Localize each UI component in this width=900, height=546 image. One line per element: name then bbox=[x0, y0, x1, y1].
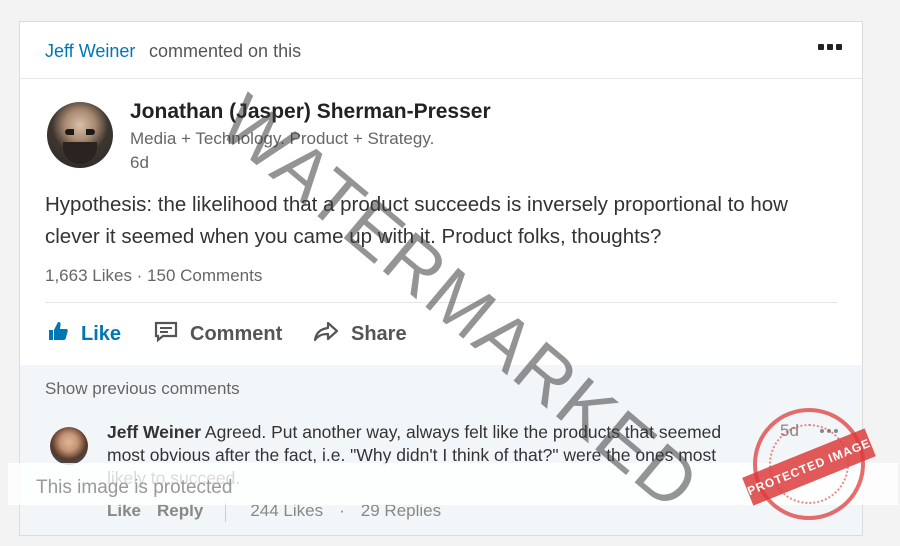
activity-header: Jeff Weiner commented on this bbox=[20, 22, 862, 79]
protected-image-seal: PROTECTED IMAGE bbox=[742, 408, 876, 520]
activity-verb: commented on this bbox=[149, 41, 302, 61]
like-button[interactable]: Like bbox=[47, 320, 121, 348]
post-timestamp: 6d bbox=[130, 153, 149, 172]
author-avatar[interactable] bbox=[47, 102, 113, 168]
show-previous-comments-link[interactable]: Show previous comments bbox=[45, 379, 240, 399]
thumbs-up-icon bbox=[47, 320, 69, 348]
post-stats[interactable]: 1,663 Likes · 150 Comments bbox=[45, 266, 262, 286]
comment-author[interactable]: Jeff Weiner bbox=[107, 422, 201, 442]
comment-icon bbox=[154, 320, 178, 348]
share-button[interactable]: Share bbox=[313, 320, 407, 348]
like-label: Like bbox=[81, 322, 122, 345]
comment-label: Comment bbox=[190, 322, 283, 345]
protection-notice: This image is protected bbox=[36, 477, 233, 498]
share-label: Share bbox=[351, 322, 407, 345]
author-name[interactable]: Jonathan (Jasper) Sherman-Presser bbox=[130, 100, 491, 124]
comment-button[interactable]: Comment bbox=[154, 320, 282, 348]
commenter-avatar[interactable] bbox=[50, 427, 88, 465]
actor-name-link[interactable]: Jeff Weiner bbox=[45, 41, 135, 62]
comments-section: Show previous comments Jeff Weiner Agree… bbox=[20, 365, 862, 535]
share-arrow-icon bbox=[313, 320, 339, 348]
more-icon[interactable] bbox=[818, 44, 842, 50]
